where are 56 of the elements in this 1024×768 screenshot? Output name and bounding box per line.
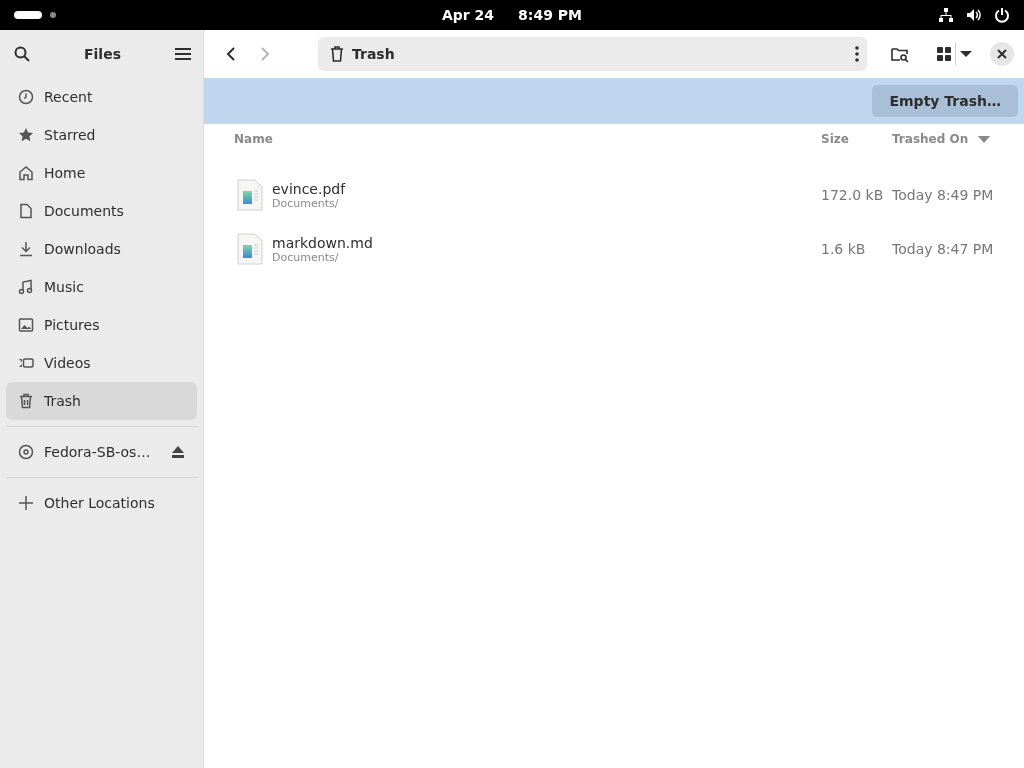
location-bar[interactable]: Trash (318, 37, 867, 71)
trashed-date: Today 8:47 PM (892, 241, 995, 257)
volume-icon[interactable] (966, 7, 982, 23)
workspace-indicator[interactable] (14, 11, 42, 19)
sort-descending-icon[interactable] (978, 135, 991, 143)
sidebar-item[interactable]: Starred (6, 116, 197, 154)
search-icon[interactable] (14, 46, 30, 62)
file-icon (236, 233, 264, 265)
star-icon (18, 127, 34, 143)
plus-icon (18, 495, 34, 511)
menu-icon[interactable] (175, 47, 191, 61)
trash-icon (18, 393, 34, 409)
sidebar-item[interactable]: Other Locations (6, 484, 197, 522)
folder-search-icon[interactable] (891, 46, 909, 62)
caret-icon (960, 50, 972, 58)
file-location: Documents/ (272, 196, 339, 210)
empty-trash-button[interactable]: Empty Trash… (872, 85, 1018, 117)
sidebar-item[interactable]: Music (6, 268, 197, 306)
file-size: 1.6 kB (821, 241, 867, 257)
trashed-date: Today 8:49 PM (892, 187, 995, 203)
file-location: Documents/ (272, 250, 340, 264)
grid-icon (937, 47, 951, 61)
location-label: Trash (352, 46, 396, 62)
file-icon (236, 179, 264, 211)
picture-icon (18, 317, 34, 333)
file-name: markdown.md (272, 234, 373, 251)
sidebar-item[interactable]: Videos (6, 344, 197, 382)
power-icon[interactable] (994, 7, 1010, 23)
network-icon[interactable] (938, 7, 954, 23)
close-icon (997, 49, 1007, 59)
music-note-icon (18, 279, 34, 295)
sidebar-item[interactable]: Trash (6, 382, 197, 420)
more-options-icon[interactable] (855, 46, 859, 62)
file-name: evince.pdf (272, 180, 346, 197)
sidebar-item[interactable]: Pictures (6, 306, 197, 344)
date-label[interactable]: Apr 24 (442, 7, 495, 23)
chevron-right-icon (260, 46, 270, 62)
home-icon (18, 165, 34, 181)
sidebar-item[interactable]: Downloads (6, 230, 197, 268)
sidebar-item[interactable]: Recent (6, 78, 197, 116)
file-size: 172.0 kB (821, 187, 885, 203)
app-title: Files (84, 46, 121, 62)
sidebar-item[interactable]: Documents (6, 192, 197, 230)
sidebar-item[interactable]: Fedora-SB-os… (6, 433, 197, 471)
time-label[interactable]: 8:49 PM (518, 7, 582, 23)
disc-icon (18, 444, 34, 460)
clock-icon (18, 89, 34, 105)
download-icon (18, 241, 34, 257)
workspace-indicator[interactable] (50, 12, 56, 18)
video-camera-icon (18, 355, 34, 371)
trash-icon (330, 46, 344, 62)
chevron-left-icon (226, 46, 236, 62)
close-button[interactable] (990, 42, 1014, 66)
document-icon (18, 203, 34, 219)
sidebar-item[interactable]: Home (6, 154, 197, 192)
eject-icon[interactable] (171, 445, 185, 459)
